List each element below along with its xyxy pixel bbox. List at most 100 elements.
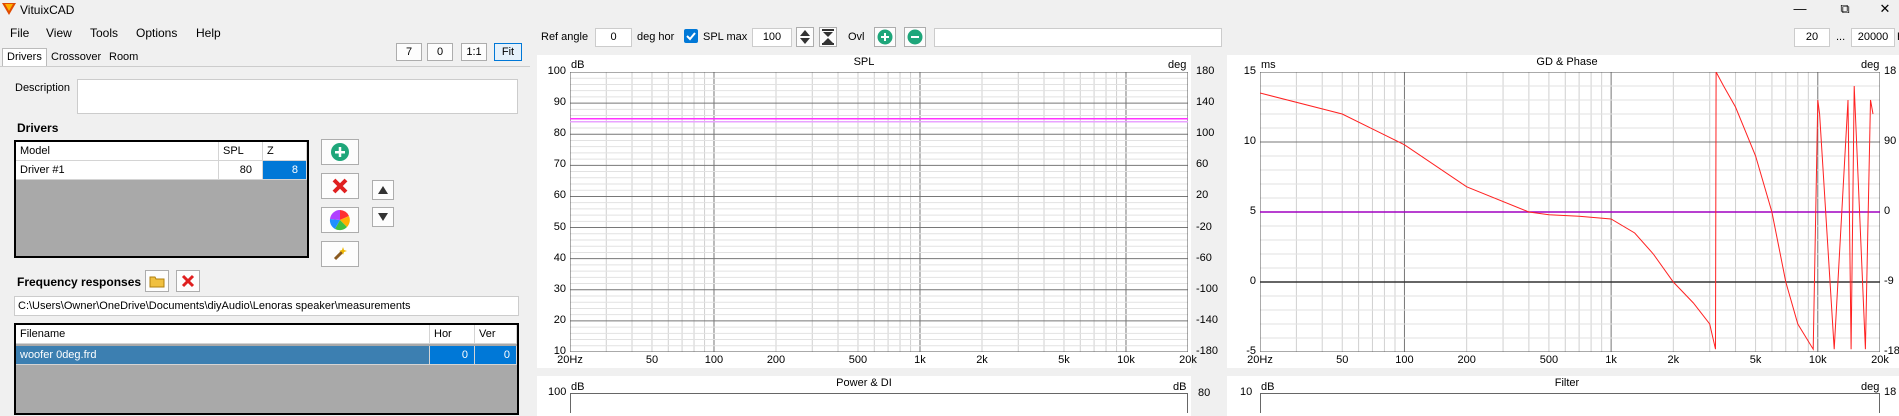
- ovl-label: Ovl: [848, 31, 865, 43]
- spl-x-tick: 200: [766, 354, 786, 366]
- spl-x-tick: 2k: [976, 354, 988, 366]
- description-field[interactable]: [77, 79, 518, 114]
- spl-max-label: SPL max: [703, 31, 748, 43]
- spl-right-tick: 20: [1196, 189, 1209, 202]
- spl-left-tick: 50: [553, 220, 566, 233]
- gd-right-unit: deg: [1861, 59, 1880, 71]
- spl-chart-title: SPL: [853, 56, 875, 68]
- power-left-unit: dB: [571, 381, 585, 393]
- view-button-7[interactable]: 7: [396, 43, 422, 61]
- delete-icon: [332, 178, 348, 194]
- app-logo-icon: [2, 3, 16, 15]
- column-header-filename[interactable]: Filename: [16, 325, 430, 344]
- power-right-top-tick: 80: [1198, 387, 1211, 399]
- arrow-down-icon: [378, 213, 388, 221]
- deg-hor-label: deg hor: [637, 31, 675, 43]
- spl-left-tick: 80: [553, 127, 566, 140]
- spl-max-input[interactable]: 100: [752, 28, 792, 47]
- gd-x-tick: 20k: [1871, 354, 1889, 366]
- magic-wand-icon: [333, 247, 347, 261]
- file-ver-cell[interactable]: 0: [475, 346, 517, 365]
- arrow-up-icon: [378, 186, 388, 194]
- filter-right-top-tick: 18: [1884, 386, 1897, 398]
- driver-color-button[interactable]: [321, 207, 359, 233]
- gd-x-tick: 50: [1336, 354, 1349, 366]
- delete-driver-button[interactable]: [321, 173, 359, 199]
- menu-tools[interactable]: Tools: [90, 26, 118, 40]
- menu-help[interactable]: Help: [196, 26, 221, 40]
- open-folder-button[interactable]: [145, 270, 169, 292]
- overlay-add-button[interactable]: [874, 27, 896, 47]
- close-button[interactable]: ✕: [1865, 0, 1899, 20]
- spl-left-tick: 60: [553, 189, 566, 202]
- checkmark-icon: [686, 32, 696, 41]
- spl-left-tick: 90: [553, 96, 566, 109]
- overlay-select[interactable]: [934, 28, 1222, 47]
- spl-max-checkbox[interactable]: [684, 29, 698, 43]
- spl-right-unit: deg: [1168, 59, 1187, 71]
- file-name-cell[interactable]: woofer 0deg.frd: [16, 346, 430, 365]
- gd-x-tick: 20Hz: [1247, 354, 1273, 366]
- spl-x-tick: 5k: [1058, 354, 1070, 366]
- view-button-fit[interactable]: Fit: [494, 43, 522, 61]
- window-title: VituixCAD: [20, 3, 75, 17]
- spl-max-stepper[interactable]: [796, 27, 814, 47]
- gd-left-unit: ms: [1261, 59, 1276, 71]
- view-button-1to1[interactable]: 1:1: [461, 43, 487, 61]
- filter-right-unit: deg: [1861, 381, 1880, 393]
- plot-frame: [570, 72, 1188, 352]
- title-bar: [0, 0, 1899, 20]
- power-right-unit: dB: [1173, 381, 1187, 393]
- column-header-spl[interactable]: SPL: [219, 142, 263, 161]
- driver-wizard-button[interactable]: [321, 241, 359, 267]
- file-hor-cell[interactable]: 0: [430, 346, 475, 365]
- move-up-button[interactable]: [372, 180, 394, 200]
- gd-right-tick: 18: [1884, 65, 1897, 77]
- column-header-hor[interactable]: Hor: [430, 325, 475, 344]
- spl-x-tick: 20k: [1179, 354, 1197, 366]
- drivers-title: Drivers: [17, 121, 59, 135]
- overlay-remove-button[interactable]: [904, 27, 926, 47]
- spl-range-button[interactable]: [819, 27, 837, 47]
- updown-icon: [800, 30, 810, 44]
- gd-phase-plot-area: [1260, 72, 1880, 352]
- spl-x-tick: 10k: [1117, 354, 1135, 366]
- freq-min-input[interactable]: 20: [1794, 28, 1830, 47]
- spl-left-tick: 20: [553, 313, 566, 326]
- driver-spl-cell[interactable]: 80: [219, 161, 263, 180]
- filter-chart-title: Filter: [1554, 377, 1580, 389]
- menu-view[interactable]: View: [46, 26, 72, 40]
- spl-right-tick: -100: [1196, 282, 1219, 295]
- gd-left-tick: 5: [1249, 205, 1256, 217]
- drivers-table: Model SPL Z Driver #1 80 8: [14, 140, 309, 258]
- ref-angle-label: Ref angle: [541, 31, 589, 43]
- view-button-0[interactable]: 0: [427, 43, 453, 61]
- column-header-ver[interactable]: Ver: [475, 325, 517, 344]
- ref-angle-input[interactable]: 0: [595, 28, 632, 47]
- menu-options[interactable]: Options: [136, 26, 177, 40]
- add-driver-button[interactable]: [321, 139, 359, 165]
- minimize-button[interactable]: —: [1780, 0, 1820, 20]
- gd-right-tick: 90: [1884, 135, 1897, 147]
- remove-response-button[interactable]: [176, 270, 200, 292]
- maximize-button[interactable]: ⧉: [1825, 0, 1865, 20]
- folder-icon: [149, 276, 165, 288]
- tab-crossover[interactable]: Crossover: [46, 48, 106, 66]
- tab-room[interactable]: Room: [104, 48, 143, 66]
- spl-x-tick: 20Hz: [557, 354, 583, 366]
- move-down-button[interactable]: [372, 207, 394, 227]
- filter-left-unit: dB: [1261, 381, 1275, 393]
- driver-model-cell[interactable]: Driver #1: [16, 161, 219, 180]
- driver-z-cell[interactable]: 8: [263, 161, 307, 180]
- spl-right-tick: 60: [1196, 158, 1209, 171]
- column-header-model[interactable]: Model: [16, 142, 219, 161]
- gd-left-tick: 15: [1243, 65, 1256, 77]
- measurement-path-field[interactable]: C:\Users\Owner\OneDrive\Documents\diyAud…: [14, 296, 519, 316]
- freq-max-input[interactable]: 20000: [1851, 28, 1895, 47]
- menu-file[interactable]: File: [10, 26, 29, 40]
- gd-x-tick: 5k: [1749, 354, 1762, 366]
- power-di-plot-area: [570, 393, 1188, 413]
- column-header-z[interactable]: Z: [263, 142, 307, 161]
- spl-right-tick: -20: [1196, 220, 1212, 233]
- tab-drivers[interactable]: Drivers: [2, 48, 47, 66]
